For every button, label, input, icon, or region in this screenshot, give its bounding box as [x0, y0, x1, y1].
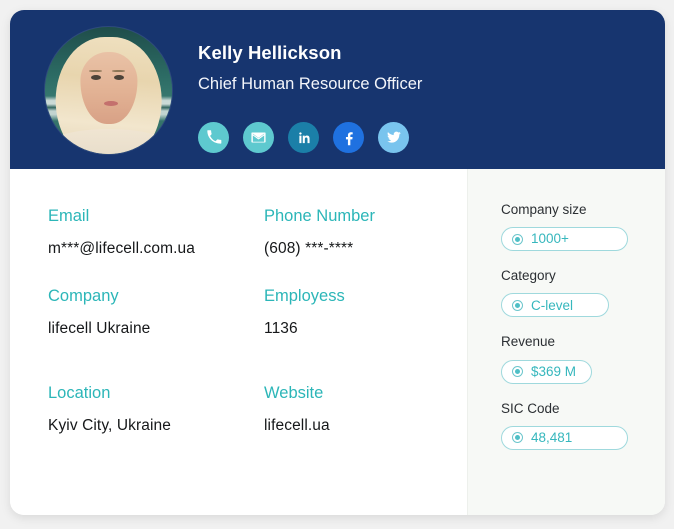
attribute-company-size-pill[interactable]: 1000+ — [501, 227, 628, 252]
field-email-label: Email — [48, 207, 90, 225]
radio-icon — [512, 366, 523, 378]
attribute-company-size: Company size 1000+ — [501, 202, 665, 252]
contact-profile-card: Kelly Hellickson Chief Human Resource Of… — [10, 10, 665, 515]
field-employees: Employess 1136 — [264, 287, 467, 338]
email-icon[interactable] — [243, 121, 274, 153]
person-job-title: Chief Human Resource Officer — [198, 75, 423, 94]
attribute-revenue-label: Revenue — [501, 334, 556, 350]
field-company: Company lifecell Ukraine — [48, 287, 264, 338]
attribute-revenue-pill[interactable]: $369 M — [501, 359, 592, 384]
avatar-shoulders — [47, 128, 170, 154]
card-body: Email m***@lifecell.com.ua Phone Number … — [10, 169, 665, 515]
field-phone-label: Phone Number — [264, 207, 375, 225]
avatar-brow-left — [89, 69, 103, 72]
page-root: Kelly Hellickson Chief Human Resource Of… — [0, 0, 674, 529]
field-employees-label: Employess — [264, 287, 345, 306]
twitter-icon[interactable] — [378, 121, 409, 153]
attribute-revenue: Revenue $369 M — [501, 334, 665, 384]
linkedin-icon[interactable] — [288, 121, 319, 153]
field-company-value: lifecell Ukraine — [48, 320, 151, 338]
field-location: Location Kyiv City, Ukraine — [48, 384, 264, 435]
attribute-sic-code-label: SIC Code — [501, 400, 560, 416]
field-website-value[interactable]: lifecell.ua — [264, 417, 467, 436]
details-pane: Email m***@lifecell.com.ua Phone Number … — [10, 169, 467, 515]
field-website: Website lifecell.ua — [264, 384, 467, 435]
details-grid: Email m***@lifecell.com.ua Phone Number … — [48, 207, 467, 464]
attribute-company-size-label: Company size — [501, 202, 587, 217]
field-phone-value: (608) ***-**** — [264, 239, 354, 257]
field-website-label: Website — [264, 383, 324, 402]
attribute-sic-code-value: 48,481 — [531, 430, 573, 445]
field-location-value: Kyiv City, Ukraine — [48, 416, 171, 434]
radio-icon — [512, 432, 523, 444]
social-links-row — [198, 121, 422, 153]
attribute-revenue-value: $369 M — [531, 363, 577, 379]
field-company-label: Company — [48, 287, 119, 306]
company-attributes-pane: Company size 1000+ Category C-level Reve… — [467, 169, 665, 515]
avatar — [45, 27, 172, 154]
phone-icon[interactable] — [198, 121, 229, 153]
attribute-category: Category C-level — [501, 268, 665, 318]
radio-icon — [512, 299, 523, 311]
facebook-icon[interactable] — [333, 121, 364, 153]
field-phone: Phone Number (608) ***-**** — [264, 207, 467, 258]
field-location-label: Location — [48, 383, 111, 402]
radio-icon — [512, 233, 523, 245]
field-email: Email m***@lifecell.com.ua — [48, 207, 264, 258]
attribute-category-pill[interactable]: C-level — [501, 293, 609, 318]
attribute-category-value: C-level — [531, 297, 574, 313]
attribute-category-label: Category — [501, 268, 556, 284]
field-employees-value: 1136 — [264, 320, 298, 338]
attribute-sic-code: SIC Code 48,481 — [501, 401, 665, 450]
person-name: Kelly Hellickson — [198, 42, 342, 63]
attribute-company-size-value: 1000+ — [531, 231, 569, 247]
header-text-block: Kelly Hellickson Chief Human Resource Of… — [198, 27, 422, 153]
attribute-sic-code-pill[interactable]: 48,481 — [501, 425, 628, 450]
avatar-brow-right — [112, 69, 125, 72]
avatar-lips — [104, 100, 119, 106]
field-email-value: m***@lifecell.com.ua — [48, 239, 195, 257]
card-header: Kelly Hellickson Chief Human Resource Of… — [10, 10, 665, 169]
